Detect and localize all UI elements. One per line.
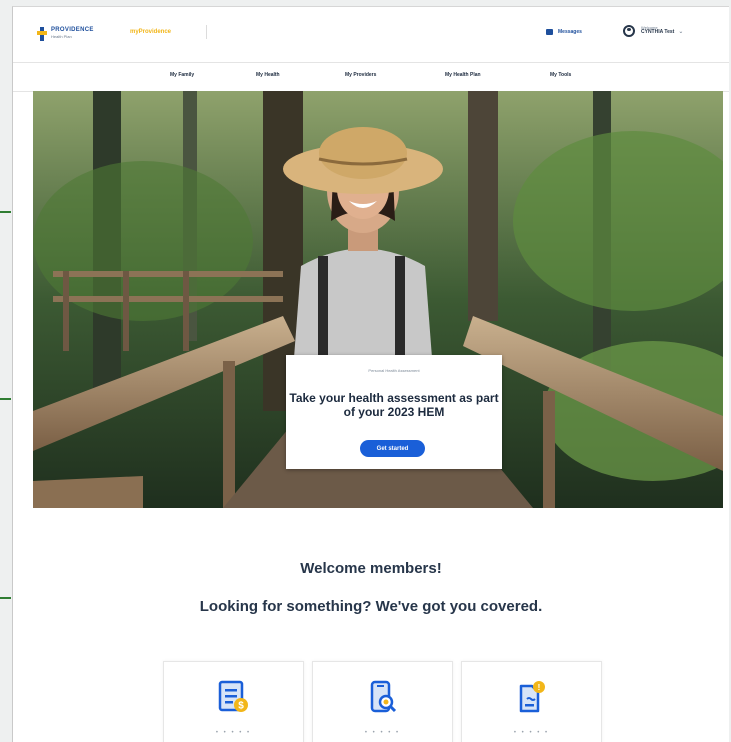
tile-label: • • • • •: [215, 730, 252, 736]
account-name: CYNTHIA Test: [641, 29, 675, 36]
phone-search-icon: [370, 680, 397, 713]
welcome-heading: Welcome members!: [300, 560, 442, 577]
nav-item-my-tools[interactable]: My Tools: [550, 72, 571, 78]
svg-text:$: $: [238, 701, 244, 712]
cross-logo-icon: [37, 27, 47, 41]
messages-link[interactable]: Messages: [546, 29, 582, 35]
left-edge-mark: [0, 398, 11, 400]
quick-link-tile-find-care[interactable]: • • • • •: [312, 661, 453, 742]
logo-subtitle: Health Plan: [51, 34, 72, 39]
messages-label: Messages: [558, 29, 582, 35]
document-badge-icon: !: [519, 681, 545, 713]
nav-item-my-health[interactable]: My Health: [256, 72, 280, 78]
product-name: myProvidence: [130, 29, 172, 35]
top-header: PROVIDENCE Health Plan myProvidence Mess…: [13, 7, 729, 62]
left-edge-mark: [0, 211, 11, 213]
tile-label: • • • • •: [364, 730, 401, 736]
account-menu[interactable]: Welcome CYNTHIA Test ⌄: [623, 25, 683, 37]
logo-name: PROVIDENCE: [51, 27, 94, 33]
hero-banner: Personal Health Assessment Take your hea…: [33, 91, 723, 508]
user-icon: [623, 25, 635, 37]
tile-label: • • • • •: [513, 730, 550, 736]
main-nav: My Family My Health My Providers My Heal…: [13, 62, 729, 92]
header-divider: [206, 25, 207, 39]
welcome-subheading: Looking for something? We've got you cov…: [199, 598, 543, 615]
quick-link-tile-bills[interactable]: $ • • • • •: [163, 661, 304, 742]
message-icon: [546, 29, 553, 35]
nav-item-my-health-plan[interactable]: My Health Plan: [445, 72, 481, 78]
health-assessment-card: Personal Health Assessment Take your hea…: [286, 355, 502, 469]
svg-text:!: !: [538, 683, 541, 692]
card-eyebrow: Personal Health Assessment: [368, 368, 420, 373]
get-started-button[interactable]: Get started: [360, 440, 425, 457]
bill-dollar-icon: $: [218, 680, 248, 712]
quick-link-tile-documents[interactable]: ! • • • • •: [461, 661, 602, 742]
card-headline: Take your health assessment as part of y…: [289, 391, 499, 419]
left-edge-mark: [0, 597, 11, 599]
nav-item-my-family[interactable]: My Family: [170, 72, 194, 78]
browser-viewport: PROVIDENCE Health Plan myProvidence Mess…: [12, 6, 729, 742]
providence-logo[interactable]: PROVIDENCE Health Plan: [37, 27, 94, 41]
chevron-down-icon: ⌄: [678, 28, 684, 35]
nav-item-my-providers[interactable]: My Providers: [345, 72, 376, 78]
